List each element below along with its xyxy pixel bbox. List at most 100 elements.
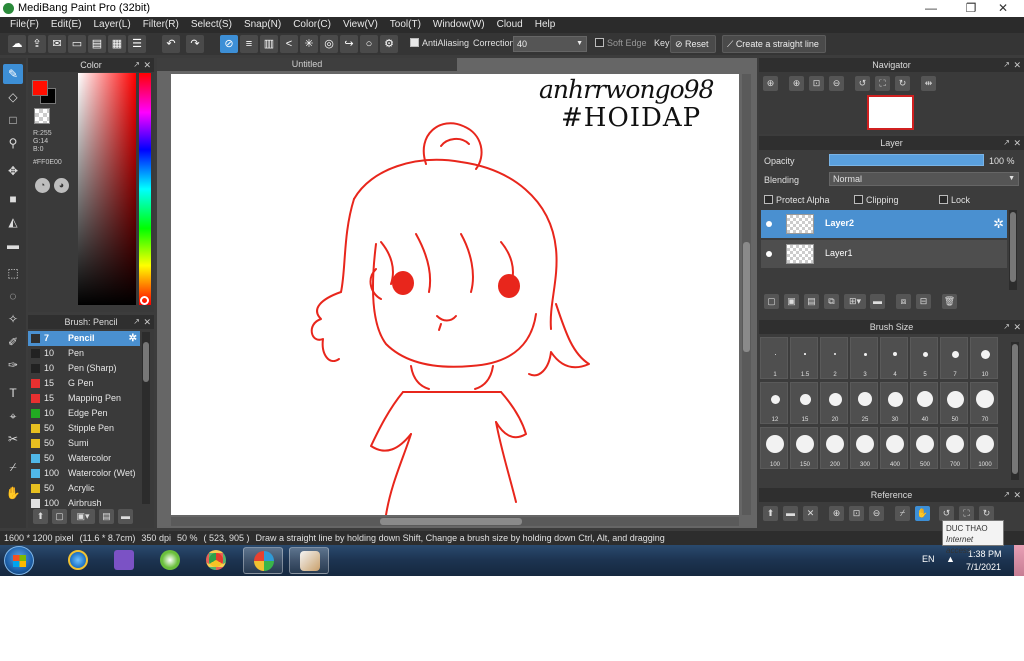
close-icon[interactable]: ✕ xyxy=(1013,136,1021,150)
lock-checkbox[interactable]: Lock xyxy=(939,195,970,205)
text-tool-icon[interactable]: T xyxy=(3,383,23,403)
radial-snap-icon[interactable]: ✳ xyxy=(300,35,318,53)
brush-size-option[interactable]: 70 xyxy=(970,382,998,424)
delete-layer-trash-icon[interactable]: 🗑 xyxy=(942,294,957,309)
hue-slider[interactable] xyxy=(139,73,151,305)
canvas-tab[interactable]: Untitled xyxy=(157,58,457,71)
layer-folder-icon[interactable]: ▬ xyxy=(870,294,885,309)
brush-item[interactable]: 50 Watercolor xyxy=(28,451,140,466)
brush-item[interactable]: 10 Edge Pen xyxy=(28,406,140,421)
taskbar-coccoc-browser[interactable] xyxy=(150,547,190,574)
select-rect-tool-icon[interactable]: ⬚ xyxy=(3,263,23,283)
zoom-in-icon[interactable]: ⊕ xyxy=(763,76,778,91)
brush-item[interactable]: 15 G Pen xyxy=(28,376,140,391)
start-button[interactable] xyxy=(4,546,34,575)
select-eraser-tool-icon[interactable]: ✑ xyxy=(3,355,23,375)
menu-edit[interactable]: Edit(E) xyxy=(45,17,88,33)
taskbar-medibang-paint[interactable] xyxy=(243,547,283,574)
taskbar-paint-app[interactable] xyxy=(289,547,329,574)
menu-color[interactable]: Color(C) xyxy=(287,17,337,33)
new-brush-icon[interactable]: ▢ xyxy=(52,509,67,524)
reference-zoom-out-icon[interactable]: ⊖ xyxy=(869,506,884,521)
brush-menu-icon[interactable]: ▣▾ xyxy=(71,509,95,524)
brush-folder-icon[interactable]: ▬ xyxy=(118,509,133,524)
fill-rect-tool-icon[interactable]: ■ xyxy=(3,189,23,209)
brush-list-scrollbar[interactable] xyxy=(142,332,150,504)
new-halftone-layer-icon[interactable]: ▣ xyxy=(784,294,799,309)
new-layer-icon[interactable]: ▢ xyxy=(764,294,779,309)
drawing-canvas[interactable]: anhrrwongo98 #HOIDAP xyxy=(171,74,739,515)
scrollbar-thumb[interactable] xyxy=(380,518,522,525)
lasso-tool-icon[interactable]: ◌ xyxy=(3,286,23,306)
add-brush-icon[interactable]: ⬆ xyxy=(33,509,48,524)
canvas-horizontal-scrollbar[interactable] xyxy=(171,517,739,526)
redo-icon[interactable]: ↷ xyxy=(186,35,204,53)
brush-size-option[interactable]: 50 xyxy=(940,382,968,424)
brush-size-option[interactable]: 200 xyxy=(820,427,848,469)
reference-close-icon[interactable]: ✕ xyxy=(803,506,818,521)
brush-size-option[interactable]: 15 xyxy=(790,382,818,424)
brush-size-option[interactable]: 150 xyxy=(790,427,818,469)
brush-size-option[interactable]: 12 xyxy=(760,382,788,424)
color-set-icon[interactable]: ◕ xyxy=(54,178,69,193)
move-tool-icon[interactable]: ✥ xyxy=(3,161,23,181)
undock-icon[interactable]: ↗ xyxy=(1003,320,1010,334)
antialiasing-checkbox[interactable]: AntiAliasing xyxy=(410,38,469,48)
menu-help[interactable]: Help xyxy=(529,17,562,33)
close-window-button[interactable]: ✕ xyxy=(990,0,1016,17)
operation-tool-icon[interactable]: ⌖ xyxy=(3,406,23,426)
chat-icon[interactable]: ▭ xyxy=(68,35,86,53)
brush-size-option[interactable]: 40 xyxy=(910,382,938,424)
taskbar-internet-explorer[interactable] xyxy=(58,547,98,574)
curve-snap-icon[interactable]: ↪ xyxy=(340,35,358,53)
menu-cloud[interactable]: Cloud xyxy=(491,17,529,33)
reference-eyedropper-icon[interactable]: ⌿ xyxy=(895,506,910,521)
opacity-slider[interactable] xyxy=(829,154,984,166)
taskbar-chrome[interactable] xyxy=(196,547,236,574)
brush-settings-icon[interactable]: ▤ xyxy=(99,509,114,524)
brush-item[interactable]: 50 Stipple Pen xyxy=(28,421,140,436)
menu-layer[interactable]: Layer(L) xyxy=(87,17,136,33)
comment-icon[interactable]: ✉ xyxy=(48,35,66,53)
reference-rotate-left-icon[interactable]: ↺ xyxy=(939,506,954,521)
brush-item[interactable]: 10 Pen xyxy=(28,346,140,361)
scrollbar-thumb[interactable] xyxy=(1012,344,1018,474)
ellipse-snap-icon[interactable]: ○ xyxy=(360,35,378,53)
brush-settings-gear-icon[interactable]: ✲ xyxy=(129,331,137,346)
restore-button[interactable]: ❐ xyxy=(958,0,984,17)
taskbar-visual-studio[interactable] xyxy=(104,547,144,574)
share-icon[interactable]: ⇪ xyxy=(28,35,46,53)
list-icon[interactable]: ☰ xyxy=(128,35,146,53)
rotate-left-icon[interactable]: ↺ xyxy=(855,76,870,91)
snap-settings-icon[interactable]: ⚙ xyxy=(380,35,398,53)
layer-row-layer1[interactable]: Layer1 xyxy=(761,240,1007,268)
brush-size-option[interactable]: 10 xyxy=(970,337,998,379)
brush-size-option[interactable]: 500 xyxy=(910,427,938,469)
saturation-value-picker[interactable] xyxy=(78,73,136,305)
brush-item[interactable]: 50 Sumi xyxy=(28,436,140,451)
undock-icon[interactable]: ↗ xyxy=(133,315,140,329)
close-icon[interactable]: ✕ xyxy=(1013,320,1021,334)
eyedropper-tool-icon[interactable]: ⌿ xyxy=(3,457,23,477)
zoom-out-icon[interactable]: ⊖ xyxy=(829,76,844,91)
undock-icon[interactable]: ↗ xyxy=(133,58,140,72)
brush-size-option[interactable]: 7 xyxy=(940,337,968,379)
brush-size-scrollbar[interactable] xyxy=(1011,342,1019,480)
select-pen-tool-icon[interactable]: ✐ xyxy=(3,332,23,352)
eraser-tool-icon[interactable]: ◇ xyxy=(3,87,23,107)
reference-rotate-right-icon[interactable]: ↻ xyxy=(979,506,994,521)
brush-size-option[interactable]: 1 xyxy=(760,337,788,379)
document-icon[interactable]: ▤ xyxy=(88,35,106,53)
close-icon[interactable]: ✕ xyxy=(143,58,151,72)
straight-line-button[interactable]: ⟋ Create a straight line xyxy=(722,35,826,53)
scrollbar-thumb[interactable] xyxy=(1010,212,1016,282)
reference-fit-icon[interactable]: ⊡ xyxy=(849,506,864,521)
brush-size-option[interactable]: 30 xyxy=(880,382,908,424)
brush-size-option[interactable]: 3 xyxy=(850,337,878,379)
brush-item[interactable]: 100 Watercolor (Wet) xyxy=(28,466,140,481)
brush-size-option[interactable]: 4 xyxy=(880,337,908,379)
undo-icon[interactable]: ↶ xyxy=(162,35,180,53)
layer-properties-icon[interactable]: ⊟ xyxy=(916,294,931,309)
transparent-color-swatch[interactable] xyxy=(34,108,50,124)
language-indicator[interactable]: EN xyxy=(922,554,935,564)
